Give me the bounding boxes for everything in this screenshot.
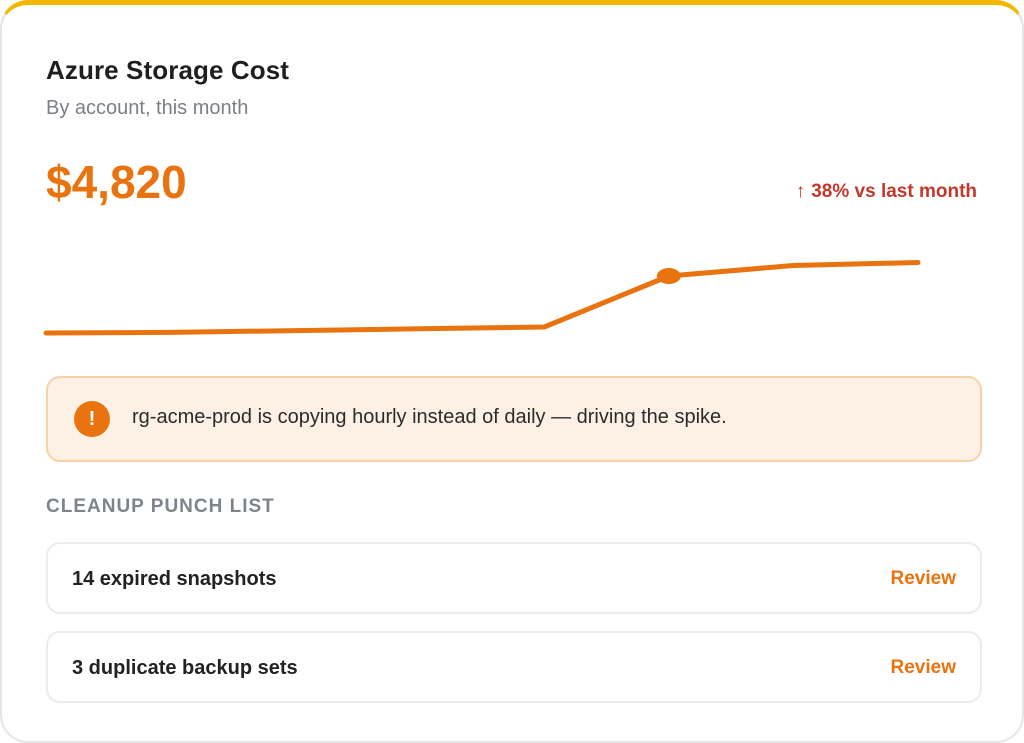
punch-item-expired-snapshots: 14 expired snapshots Review (46, 542, 982, 614)
punch-list-heading: CLEANUP PUNCH LIST (46, 496, 275, 517)
arrow-up-icon: ↑ (795, 181, 806, 202)
punch-item-label: 14 expired snapshots (72, 568, 277, 590)
delta-text: 38% vs last month (811, 181, 977, 202)
storage-cost-card: Azure Storage Cost By account, this mont… (0, 0, 1024, 743)
cost-sparkline (43, 260, 921, 336)
alert-message: rg-acme-prod is copying hourly instead o… (132, 406, 727, 428)
spike-alert: ! rg-acme-prod is copying hourly instead… (46, 376, 982, 462)
sparkline-series-line (43, 260, 921, 336)
month-over-month-delta: ↑ 38% vs last month (796, 181, 977, 203)
card-title: Azure Storage Cost (46, 55, 290, 85)
total-cost-value: $4,820 (46, 156, 187, 208)
punch-item-label: 3 duplicate backup sets (72, 657, 298, 679)
review-link[interactable]: Review (891, 657, 956, 679)
sparkline-highlight-point (656, 268, 681, 284)
punch-item-duplicate-backups: 3 duplicate backup sets Review (46, 631, 982, 703)
review-link[interactable]: Review (891, 568, 956, 590)
exclamation-icon: ! (74, 401, 110, 437)
card-subtitle: By account, this month (46, 97, 249, 119)
